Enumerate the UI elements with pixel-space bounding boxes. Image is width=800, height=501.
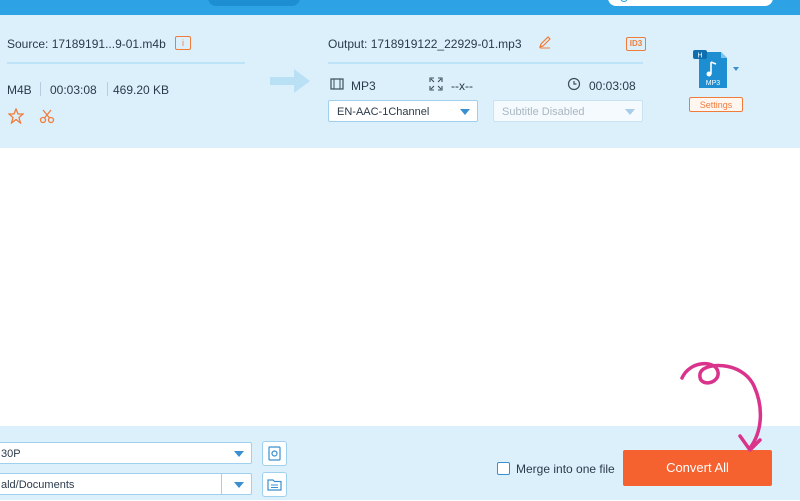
subtitle-value: Subtitle Disabled <box>502 106 585 118</box>
resolution-icon <box>429 77 445 93</box>
search-box[interactable] <box>608 0 773 6</box>
output-divider <box>328 62 643 64</box>
output-format-select-value: 30P <box>1 448 21 460</box>
convert-arrow-icon <box>268 66 312 101</box>
top-toolbar <box>0 0 800 15</box>
id3-tag-button[interactable]: ID3 <box>626 37 646 51</box>
output-duration: 00:03:08 <box>589 79 636 93</box>
source-size: 469.20 KB <box>113 83 170 97</box>
chevron-down-icon <box>234 451 244 457</box>
film-icon <box>330 77 346 93</box>
format-badge-label: MP3 <box>706 80 721 87</box>
source-duration: 00:03:08 <box>50 83 97 97</box>
cut-icon[interactable] <box>39 108 55 124</box>
source-divider <box>7 62 245 64</box>
chevron-down-icon <box>625 109 635 115</box>
save-to-select[interactable]: ald/Documents <box>0 473 252 495</box>
clock-icon <box>567 77 583 93</box>
annotation-arrow <box>670 356 770 466</box>
chevron-down-icon[interactable] <box>733 67 739 71</box>
merge-checkbox[interactable] <box>497 462 510 475</box>
search-icon <box>620 0 628 2</box>
merge-label: Merge into one file <box>516 462 615 476</box>
source-filename: Source: 17189191...9-01.m4b <box>7 37 166 51</box>
output-format-select[interactable]: 30P <box>0 442 252 464</box>
format-badge-top: H <box>697 53 702 60</box>
chevron-down-icon <box>234 482 244 488</box>
subtitle-select: Subtitle Disabled <box>493 100 643 122</box>
output-resolution: --x-- <box>451 79 473 93</box>
source-format: M4B <box>7 83 32 97</box>
meta-divider <box>40 82 41 96</box>
format-settings-button[interactable] <box>262 441 287 466</box>
output-format: MP3 <box>351 79 376 93</box>
info-button[interactable]: i <box>175 36 191 50</box>
output-format-icon[interactable]: H MP3 <box>693 48 731 90</box>
meta-divider <box>107 82 108 96</box>
open-folder-button[interactable] <box>262 472 287 497</box>
gear-icon <box>268 446 281 461</box>
folder-icon <box>267 479 282 491</box>
audio-track-value: EN-AAC-1Channel <box>337 106 430 118</box>
edit-icon[interactable] <box>538 35 552 49</box>
chevron-down-icon <box>460 109 470 115</box>
file-item-row <box>0 15 800 148</box>
output-filename: Output: 1718919122_22929-01.mp3 <box>328 37 522 51</box>
mode-tab[interactable] <box>208 0 300 6</box>
audio-track-select[interactable]: EN-AAC-1Channel <box>328 100 478 122</box>
save-to-value: ald/Documents <box>1 479 75 491</box>
enhance-icon[interactable] <box>7 107 25 125</box>
settings-button[interactable]: Settings <box>689 97 743 112</box>
